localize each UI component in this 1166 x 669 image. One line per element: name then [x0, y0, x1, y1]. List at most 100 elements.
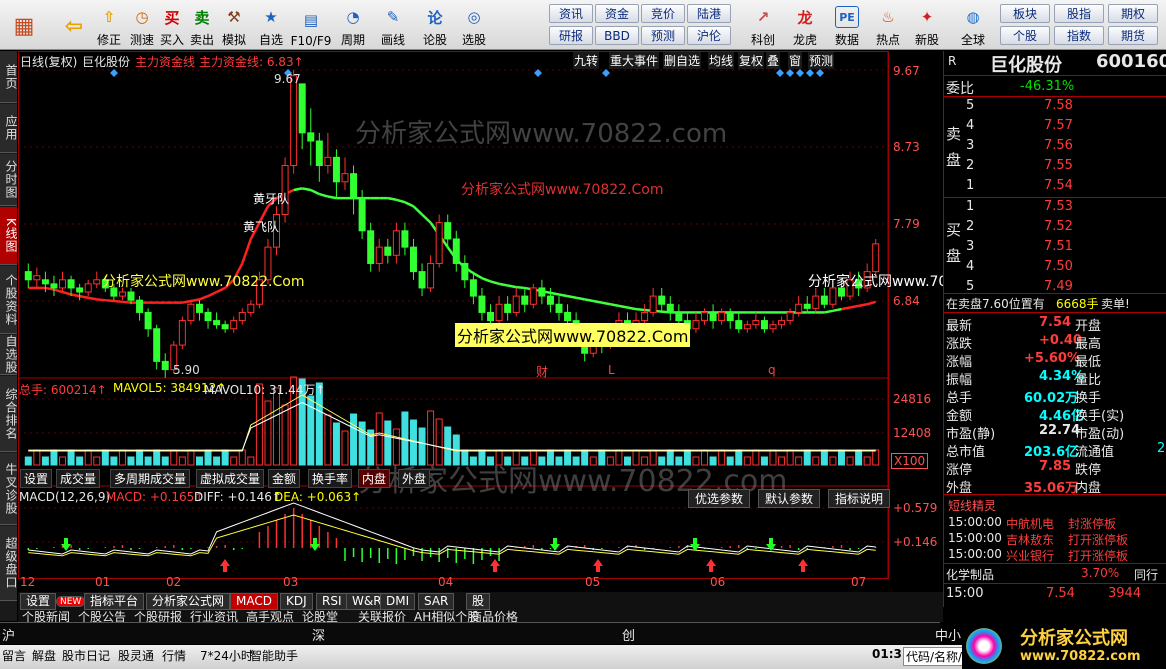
toolbar-right-1[interactable]: 龙龙虎	[785, 2, 825, 48]
toolbar-right-small-5[interactable]: 期货	[1108, 26, 1158, 45]
volume-tab-6[interactable]: 内盘	[358, 469, 391, 488]
market-index-2[interactable]: 创	[622, 625, 635, 644]
chart-top-button-5[interactable]: 叠	[766, 52, 781, 69]
sidebar-item-3[interactable]: K线图	[0, 207, 18, 265]
toolbar-button-5[interactable]: 卖卖出	[185, 2, 219, 48]
volume-tab-1[interactable]: 成交量	[56, 469, 101, 488]
info-tab-3[interactable]: 行业资讯	[190, 610, 238, 622]
toolbar-button-4[interactable]: 买买入	[155, 2, 189, 48]
indicator-tab-6[interactable]: RSI	[316, 593, 348, 610]
toolbar-button-7[interactable]: ★ 自选	[254, 2, 288, 48]
toolbar-button-0[interactable]: ▦	[2, 2, 46, 48]
toolbar-small-2[interactable]: 竞价	[641, 4, 685, 23]
info-tab-4[interactable]: 高手观点	[246, 610, 294, 622]
toolbar-right-4[interactable]: ✦ 新股	[907, 2, 947, 48]
news-stock[interactable]: 中航机电	[1006, 515, 1054, 532]
sidebar-item-7[interactable]: 牛叉诊股	[0, 453, 18, 525]
status-item-6[interactable]: 智能助手	[250, 647, 298, 664]
status-item-2[interactable]: 股市日记	[62, 647, 110, 664]
toolbar-small-0[interactable]: 资讯	[549, 4, 593, 23]
indicator-tab-4[interactable]: MACD	[230, 593, 278, 610]
volume-tab-3[interactable]: 虚拟成交量	[196, 469, 265, 488]
chart-top-button-1[interactable]: 重大事件	[609, 52, 660, 69]
status-item-1[interactable]: 解盘	[32, 647, 56, 664]
toolbar-right-2[interactable]: PE 数据	[827, 2, 867, 48]
news-stock[interactable]: 兴业银行	[1006, 547, 1054, 564]
info-tab-5[interactable]: 论股堂	[302, 610, 338, 622]
toolbar-right-small-1[interactable]: 股指	[1054, 4, 1104, 23]
sidebar-item-0[interactable]: 首页	[0, 51, 18, 103]
toolbar-button-6[interactable]: ⚒ 模拟	[217, 2, 251, 48]
chart-top-button-2[interactable]: 删自选	[663, 52, 702, 69]
toolbar-right-5[interactable]: ◍ 全球	[953, 2, 993, 48]
toolbar-small-6[interactable]: 预测	[641, 26, 685, 45]
sidebar-item-1[interactable]: 应用	[0, 104, 18, 153]
toolbar-small-1[interactable]: 资金	[595, 4, 639, 23]
toolbar-small-4[interactable]: 研报	[549, 26, 593, 45]
event-marker-cai[interactable]: 财	[536, 363, 548, 380]
volume-tab-0[interactable]: 设置	[20, 469, 53, 488]
info-tab-6[interactable]: 关联报价	[358, 610, 406, 622]
indicator-tab-8[interactable]: DMI	[380, 593, 416, 610]
market-index-1[interactable]: 深	[312, 625, 325, 644]
market-mini[interactable]: 中小	[935, 625, 961, 644]
volume-tab-5[interactable]: 换手率	[308, 469, 353, 488]
indicator-tab-10[interactable]: 股	[466, 593, 491, 610]
volume-tab-4[interactable]: 金额	[268, 469, 301, 488]
indicator-tab-2[interactable]: 指标平台	[84, 593, 145, 610]
toolbar-button-3[interactable]: ◷ 测速	[125, 2, 159, 48]
toolbar-right-0[interactable]: ↗ 科创	[743, 2, 783, 48]
toolbar-button-8[interactable]: ▤ F10/F9	[291, 2, 332, 48]
sidebar-item-6[interactable]: 综合排名	[0, 376, 18, 452]
macd-button-0[interactable]: 优选参数	[688, 489, 751, 508]
chart-top-button-0[interactable]: 九转	[573, 52, 600, 69]
event-marker-l[interactable]: L	[608, 363, 615, 377]
toolbar-right-small-3[interactable]: 个股	[1000, 26, 1050, 45]
toolbar-small-3[interactable]: 陆港	[687, 4, 731, 23]
toolbar-button-12[interactable]: ◎ 选股	[457, 2, 491, 48]
volume-tab-2[interactable]: 多周期成交量	[110, 469, 191, 488]
chart-top-button-3[interactable]: 均线	[708, 52, 735, 69]
sidebar-item-8[interactable]: 超级盘口	[0, 526, 18, 601]
toolbar-right-small-2[interactable]: 期权	[1108, 4, 1158, 23]
kline-chart-area[interactable]: 日线(复权) 巨化股份 主力资金线 主力资金线: 6.83↑ 九转 重大事件 删自选…	[18, 51, 1010, 591]
indicator-tab-0[interactable]: 设置	[20, 593, 57, 610]
info-tab-1[interactable]: 个股公告	[78, 610, 126, 622]
toolbar-right-3[interactable]: ♨ 热点	[868, 2, 908, 48]
status-item-3[interactable]: 股灵通	[118, 647, 154, 664]
status-item-4[interactable]: 行情	[162, 647, 186, 664]
market-index-0[interactable]: 沪	[2, 625, 15, 644]
sector-peer-tab[interactable]: 同行	[1134, 566, 1158, 583]
indicator-tab-5[interactable]: KDJ	[280, 593, 313, 610]
toolbar-button-2[interactable]: ⇧ 修正	[92, 2, 126, 48]
indicator-tab-3[interactable]: 分析家公式网	[146, 593, 231, 610]
info-tab-8[interactable]: 商品价格	[470, 610, 518, 622]
status-item-5[interactable]: 7*24小时	[200, 647, 253, 664]
volume-tab-7[interactable]: 外盘	[398, 469, 431, 488]
toolbar-button-11[interactable]: 论论股	[418, 2, 452, 48]
toolbar-small-5[interactable]: BBD	[595, 26, 639, 45]
indicator-tab-9[interactable]: SAR	[418, 593, 455, 610]
toolbar-button-1[interactable]: ⇦	[52, 2, 96, 48]
toolbar-button-9[interactable]: ◔ 周期	[336, 2, 370, 48]
event-marker-q[interactable]: q	[768, 363, 776, 377]
chart-top-button-7[interactable]: 预测	[808, 52, 835, 69]
macd-button-1[interactable]: 默认参数	[758, 489, 821, 508]
toolbar-right-small-4[interactable]: 指数	[1054, 26, 1104, 45]
toolbar-right-small-0[interactable]: 板块	[1000, 4, 1050, 23]
search-input[interactable]: 代码/名称/	[903, 647, 966, 666]
sidebar-item-4[interactable]: 个股资料	[0, 266, 18, 334]
toolbar-small-7[interactable]: 沪伦	[687, 26, 731, 45]
sidebar-item-2[interactable]: 分时图	[0, 154, 18, 206]
info-tab-2[interactable]: 个股研报	[134, 610, 182, 622]
indicator-tab-1[interactable]: NEW	[56, 596, 86, 607]
toolbar-button-10[interactable]: ✎ 画线	[376, 2, 410, 48]
sector-name[interactable]: 化学制品	[946, 566, 994, 583]
chart-top-button-6[interactable]: 窗	[788, 52, 803, 69]
news-title[interactable]: 短线精灵	[948, 497, 996, 514]
info-tab-0[interactable]: 个股新闻	[22, 610, 70, 622]
chart-top-button-4[interactable]: 复权	[738, 52, 765, 69]
status-item-0[interactable]: 留言	[2, 647, 26, 664]
chart-period-label[interactable]: 日线(复权)	[20, 53, 77, 70]
news-stock[interactable]: 吉林敖东	[1006, 531, 1054, 548]
